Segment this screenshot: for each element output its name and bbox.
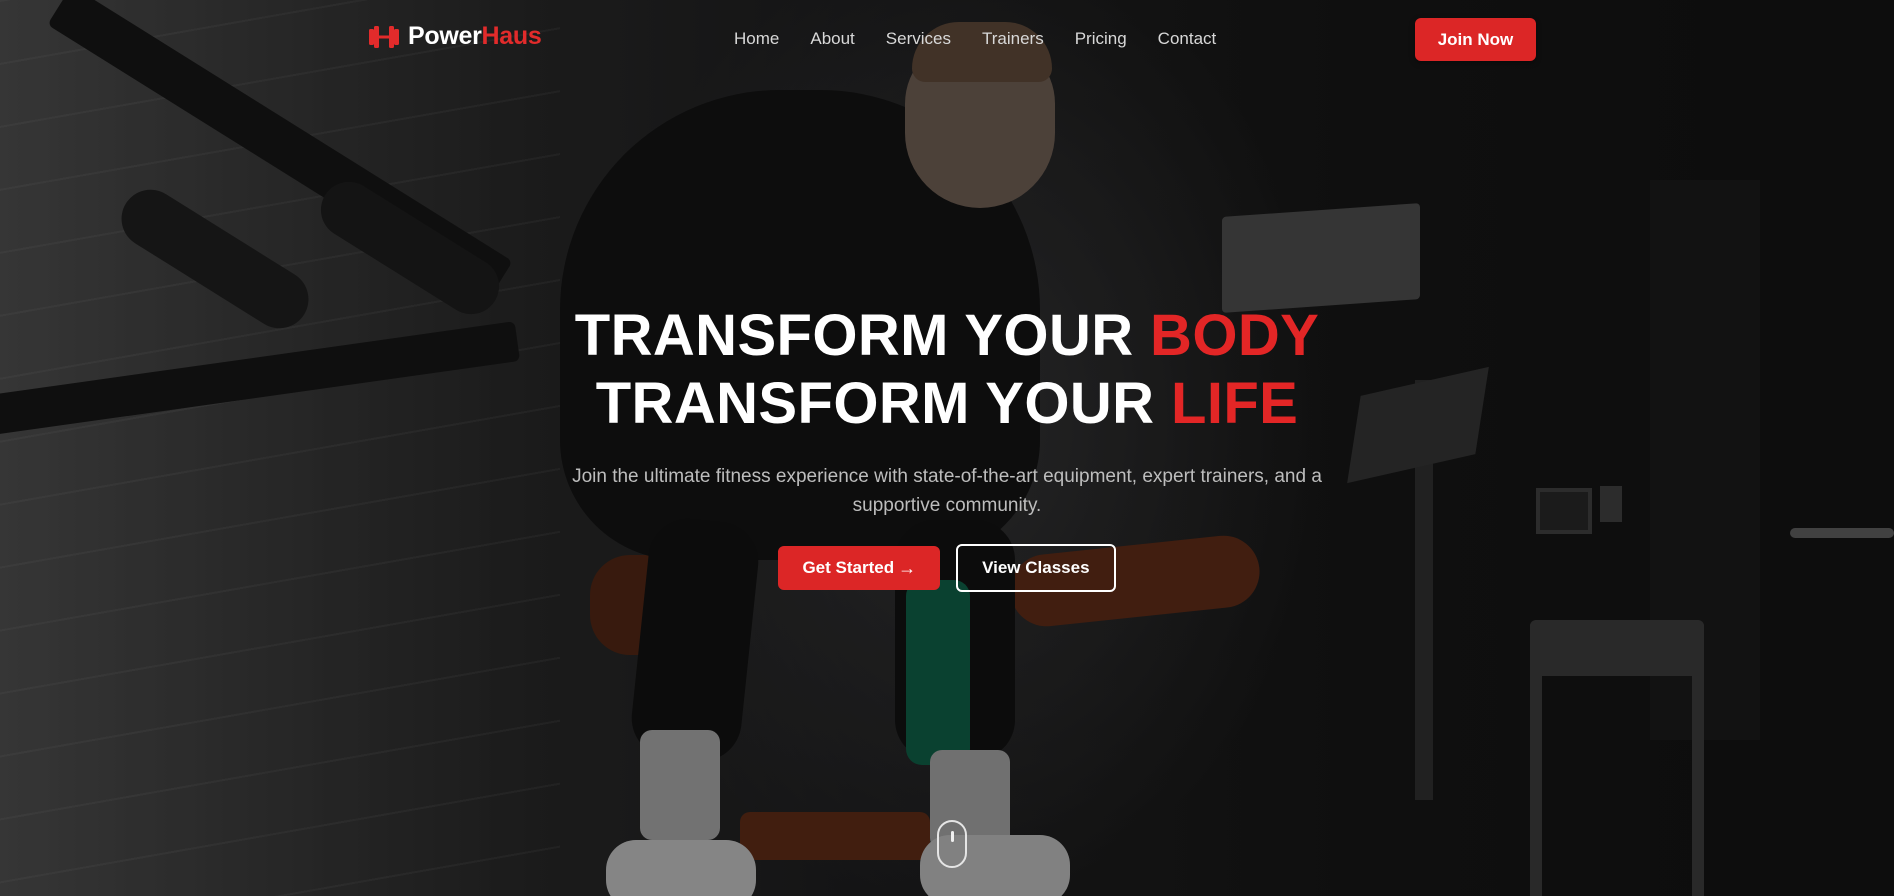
- headline-line2-accent: LIFE: [1171, 371, 1299, 436]
- get-started-button[interactable]: Get Started →: [778, 546, 941, 590]
- hero-subtitle: Join the ultimate fitness experience wit…: [572, 466, 1322, 516]
- brand-logo[interactable]: Power Haus: [368, 22, 542, 51]
- mouse-scroll-icon[interactable]: [937, 820, 967, 868]
- nav-link-trainers[interactable]: Trainers: [982, 29, 1044, 49]
- hero-section: Power Haus Home About Services Trainers P…: [0, 0, 1894, 896]
- view-classes-button[interactable]: View Classes: [956, 544, 1116, 592]
- brand-name-second: Haus: [481, 22, 542, 50]
- join-now-button[interactable]: Join Now: [1415, 18, 1536, 61]
- scroll-wheel: [951, 831, 954, 842]
- headline-line1-accent: BODY: [1150, 303, 1320, 368]
- navbar: Power Haus Home About Services Trainers P…: [0, 0, 1894, 80]
- nav-link-about[interactable]: About: [810, 29, 854, 49]
- headline-line1-prefix: TRANSFORM YOUR: [574, 303, 1151, 368]
- nav-link-home[interactable]: Home: [734, 29, 779, 49]
- nav-links: Home About Services Trainers Pricing Con…: [734, 29, 1247, 49]
- headline-line2-prefix: TRANSFORM YOUR: [595, 371, 1171, 436]
- brand-name-first: Power: [408, 22, 482, 50]
- hero-headline: TRANSFORM YOUR BODY TRANSFORM YOUR LIFE: [0, 302, 1894, 438]
- get-started-label: Get Started: [802, 558, 895, 577]
- arrow-right-icon: →: [898, 558, 917, 578]
- nav-link-pricing[interactable]: Pricing: [1075, 29, 1127, 49]
- cta-row: Get Started → View Classes: [0, 544, 1894, 592]
- hero-content: TRANSFORM YOUR BODY TRANSFORM YOUR LIFE …: [0, 302, 1894, 592]
- dumbbell-icon: [369, 25, 399, 48]
- nav-link-services[interactable]: Services: [886, 29, 951, 49]
- nav-link-contact[interactable]: Contact: [1158, 29, 1217, 49]
